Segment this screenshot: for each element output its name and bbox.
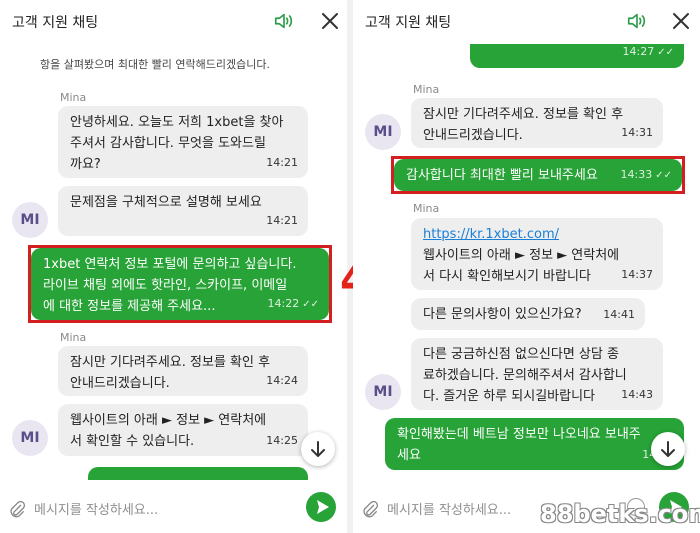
close-icon[interactable]: [671, 11, 691, 31]
send-button[interactable]: [306, 492, 336, 522]
message-time: 14:43: [621, 388, 653, 401]
incoming-message: 문제점을 구체적으로 설명해 보세요 14:21: [58, 186, 308, 236]
incoming-message: 다른 궁금하신점 없으신다면 상담 종 료하겠습니다. 문의해주셔서 감사합니 …: [411, 338, 663, 410]
paperclip-icon[interactable]: [361, 500, 379, 518]
message-time: 14:21: [266, 156, 298, 169]
message-text: 안녕하세요. 오늘도 저희 1xbet을 찾아 주셔서 감사합니다. 무엇을 도…: [70, 115, 284, 172]
arrow-down-icon: [661, 441, 675, 457]
read-ticks-icon: ✓✓: [657, 47, 674, 58]
sender-name: Mina: [60, 91, 87, 104]
agent-avatar: MI: [12, 202, 48, 238]
message-time: 14:27 ✓✓: [622, 45, 674, 58]
message-text: 웹사이트의 아래 ► 정보 ► 연락처에 서 확인할 수 있습니다.: [70, 413, 267, 449]
chat-panel-right: 고객 지원 채팅 14:27 ✓✓ Mina 잠시만 기다려주세요. 정보를 확인…: [353, 0, 700, 533]
message-list: 14:27 ✓✓ Mina 잠시만 기다려주세요. 정보를 확인 후 안내드리겠습…: [353, 44, 700, 480]
message-list: 항을 살펴봤으며 최대한 빨리 연락해드리겠습니다. Mina 안녕하세요. 오…: [0, 44, 347, 480]
read-ticks-icon: ✓✓: [302, 299, 319, 310]
incoming-message: https://kr.1xbet.com/ 웹사이트의 아래 ► 정보 ► 연락…: [411, 218, 663, 290]
agent-avatar: MI: [12, 420, 48, 456]
message-link[interactable]: https://kr.1xbet.com/: [423, 224, 651, 245]
system-notice: 항을 살펴봤으며 최대한 빨리 연락해드리겠습니다.: [40, 58, 271, 71]
message-input[interactable]: 메시지를 작성하세요...: [34, 499, 158, 518]
arrow-down-icon: [311, 441, 325, 457]
message-input[interactable]: 메시지를 작성하세요...: [387, 499, 511, 518]
message-text: 다른 궁금하신점 없으신다면 상담 종 료하겠습니다. 문의해주셔서 감사합니 …: [423, 347, 627, 404]
chat-header: 고객 지원 채팅: [353, 0, 700, 44]
volume-icon[interactable]: [273, 10, 295, 32]
message-time: 14:31: [621, 126, 653, 139]
message-text: 잠시만 기다려주세요. 정보를 확인 후 안내드리겠습니다.: [423, 107, 624, 143]
chat-header: 고객 지원 채팅: [0, 0, 347, 44]
volume-icon[interactable]: [626, 10, 648, 32]
message-time: 14:33 ✓✓: [620, 168, 672, 181]
outgoing-message: 확인해봤는데 베트남 정보만 나오네요 보내주 세요 14:53: [385, 418, 684, 470]
scroll-down-button[interactable]: [651, 432, 685, 466]
outgoing-message: 감사합니다 최대한 빨리 보내주세요 14:33 ✓✓: [394, 159, 682, 191]
message-text: 잠시만 기다려주세요. 정보를 확인 후 안내드리겠습니다.: [70, 355, 271, 391]
message-text: 웹사이트의 아래 ► 정보 ► 연락처에 서 다시 확인해보시기 바랍니다: [423, 248, 620, 284]
sender-name: Mina: [60, 331, 87, 344]
message-time: 14:22 ✓✓: [267, 297, 319, 310]
agent-avatar: MI: [365, 114, 401, 150]
message-time: 14:21: [266, 214, 298, 227]
message-text: 확인해봤는데 베트남 정보만 나오네요 보내주 세요: [397, 427, 641, 463]
incoming-message: 잠시만 기다려주세요. 정보를 확인 후 안내드리겠습니다. 14:24: [58, 346, 308, 396]
scroll-down-button[interactable]: [301, 432, 335, 466]
paperclip-icon[interactable]: [8, 500, 26, 518]
message-time: 14:41: [603, 308, 635, 321]
message-composer: 메시지를 작성하세요...: [0, 486, 347, 533]
chat-panel-left: 고객 지원 채팅 항을 살펴봤으며 최대한 빨리 연락해드리겠습니다. Mina…: [0, 0, 347, 533]
send-icon: [317, 500, 329, 514]
chat-title: 고객 지원 채팅: [12, 15, 99, 31]
site-link[interactable]: https://kr.1xbet.com/: [423, 227, 559, 242]
close-icon[interactable]: [320, 11, 340, 31]
incoming-message: 잠시만 기다려주세요. 정보를 확인 후 안내드리겠습니다. 14:31: [411, 98, 663, 148]
message-time: 14:37: [621, 268, 653, 281]
read-ticks-icon: ✓✓: [655, 170, 672, 181]
incoming-message: 안녕하세요. 오늘도 저희 1xbet을 찾아 주셔서 감사합니다. 무엇을 도…: [58, 106, 308, 178]
outgoing-message-partial: [88, 467, 308, 480]
agent-avatar: MI: [365, 374, 401, 410]
message-time: 14:25: [266, 434, 298, 447]
incoming-message: 다른 문의사항이 있으신가요? 14:41: [411, 298, 645, 330]
incoming-message: 웹사이트의 아래 ► 정보 ► 연락처에 서 확인할 수 있습니다. 14:25: [58, 404, 308, 456]
sender-name: Mina: [413, 83, 440, 96]
sender-name: Mina: [413, 202, 440, 215]
outgoing-message-partial: 14:27 ✓✓: [470, 44, 684, 68]
message-text: 다른 문의사항이 있으신가요?: [423, 307, 582, 322]
outgoing-message: 1xbet 연락처 정보 포털에 문의하고 싶습니다. 라이브 채팅 외에도 핫…: [31, 248, 329, 320]
chat-title: 고객 지원 채팅: [365, 15, 452, 31]
message-text: 문제점을 구체적으로 설명해 보세요: [70, 195, 262, 210]
watermark-text: 88betks.com: [540, 500, 700, 528]
message-time: 14:24: [266, 374, 298, 387]
